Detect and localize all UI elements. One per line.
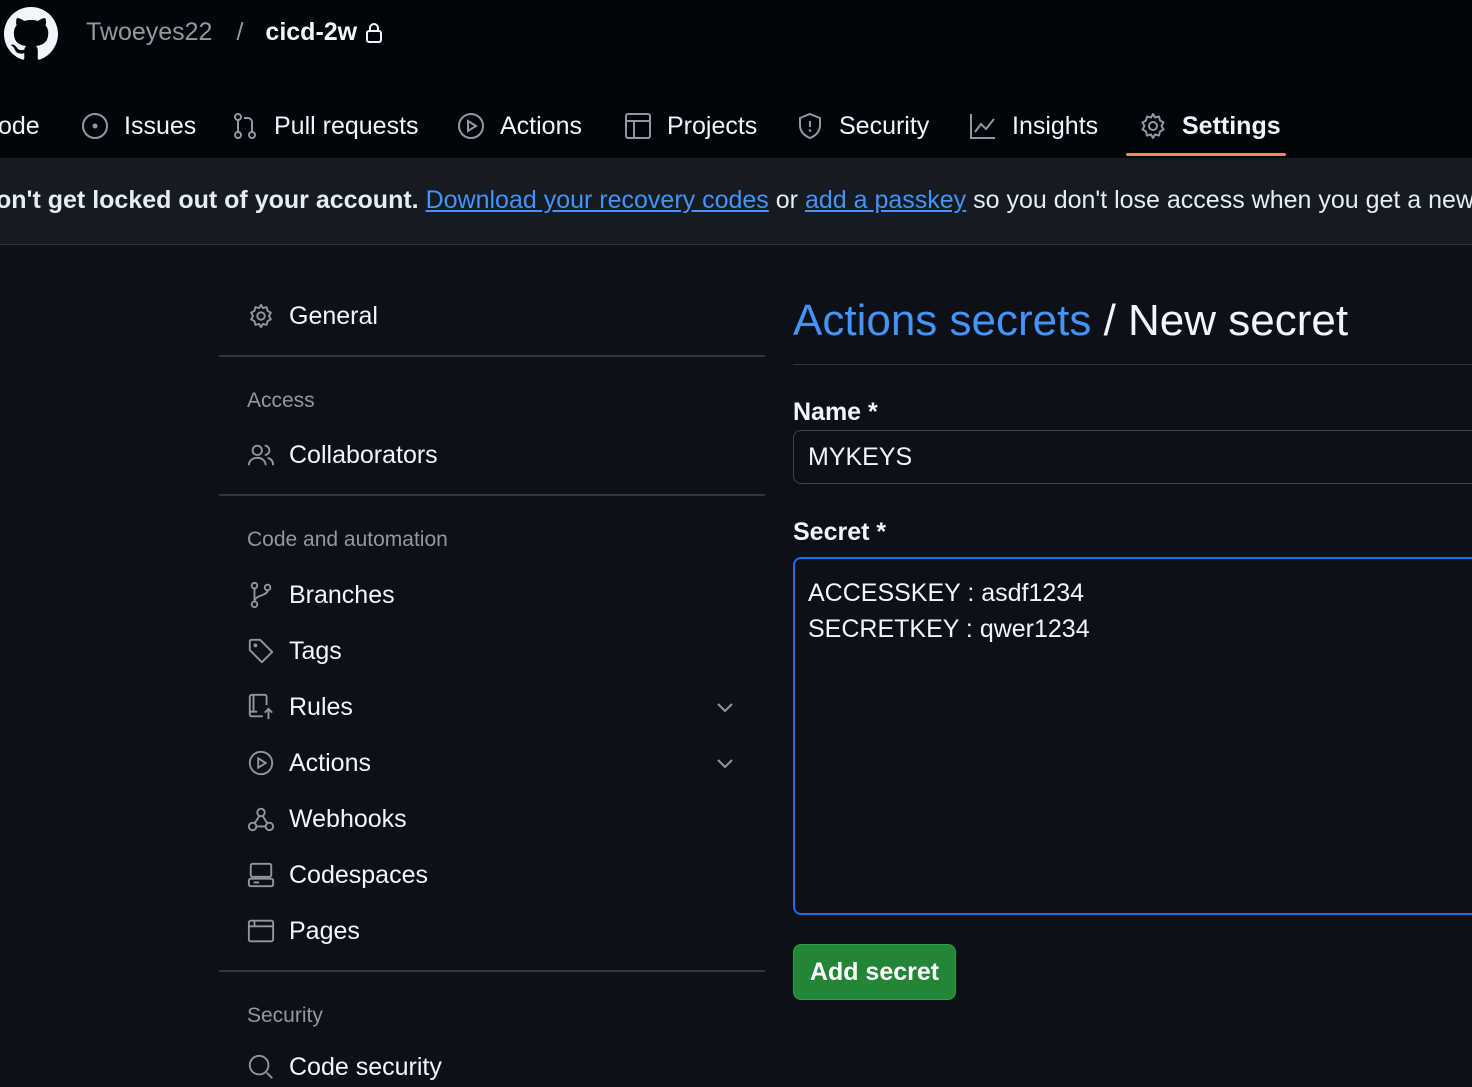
gear-icon: [250, 303, 272, 329]
tab-label: Projects: [667, 111, 758, 140]
tab-label: Insights: [1012, 111, 1099, 140]
tab-label: Security: [839, 111, 930, 140]
sidebar-group-access: Access: [247, 389, 315, 412]
tab-label: Actions: [500, 111, 582, 140]
tab-issues[interactable]: Issues: [80, 96, 196, 156]
tab-security[interactable]: Security: [795, 96, 929, 156]
sidebar-item-general[interactable]: General: [247, 296, 737, 336]
sidebar-item-label: Branches: [289, 580, 395, 609]
page-title: Actions secrets / New secret: [793, 296, 1348, 346]
tab-label: ode: [0, 111, 40, 140]
sidebar-divider: [219, 494, 765, 496]
table-icon: [625, 113, 651, 139]
tab-code[interactable]: ode: [0, 96, 40, 156]
repo-header: Twoeyes22 / cicd-2w ode Issues Pull requ…: [0, 0, 1472, 159]
sidebar-item-label: Tags: [289, 636, 342, 665]
sidebar-item-codespaces[interactable]: Codespaces: [247, 855, 737, 895]
tab-insights[interactable]: Insights: [968, 96, 1098, 156]
tab-label: Settings: [1182, 111, 1281, 140]
tab-pull-requests[interactable]: Pull requests: [230, 96, 419, 156]
codescan-icon: [248, 1054, 273, 1079]
sidebar-item-collaborators[interactable]: Collaborators: [247, 435, 737, 475]
sidebar-item-label: Pages: [289, 916, 360, 945]
banner-bold-text: on't get locked out of your account.: [0, 186, 419, 214]
secret-label: Secret *: [793, 518, 887, 546]
sidebar-item-label: Webhooks: [289, 804, 407, 833]
sidebar-item-label: Codespaces: [289, 860, 428, 889]
sidebar-item-tags[interactable]: Tags: [247, 631, 737, 671]
add-passkey-link[interactable]: add a passkey: [805, 186, 966, 214]
secret-name-input[interactable]: [793, 430, 1472, 484]
breadcrumb-separator: /: [236, 18, 244, 46]
webhook-icon: [247, 807, 275, 832]
play-icon: [248, 750, 274, 776]
sidebar-item-branches[interactable]: Branches: [247, 575, 737, 615]
graph-icon: [970, 114, 995, 139]
sidebar-item-label: Actions: [289, 748, 371, 777]
repo-push-icon: [248, 693, 273, 720]
branch-icon: [250, 581, 272, 609]
repo-link[interactable]: cicd-2w: [265, 18, 357, 47]
sidebar-item-label: Collaborators: [289, 440, 438, 469]
browser-icon: [247, 919, 275, 943]
actions-secrets-link[interactable]: Actions secrets: [793, 296, 1091, 345]
shield-icon: [799, 112, 821, 140]
page-title-rest: / New secret: [1091, 296, 1349, 345]
tab-actions[interactable]: Actions: [456, 96, 582, 156]
sidebar-group-code-automation: Code and automation: [247, 528, 448, 551]
download-recovery-codes-link[interactable]: Download your recovery codes: [426, 186, 769, 214]
repo-nav: ode Issues Pull requests Actions Project…: [0, 96, 1472, 158]
sidebar-item-code-security[interactable]: Code security: [247, 1047, 737, 1087]
sidebar-divider: [219, 355, 765, 357]
sidebar-item-actions[interactable]: Actions: [247, 743, 737, 783]
chevron-down-icon[interactable]: [713, 751, 737, 775]
banner-middle-text: or: [768, 186, 805, 214]
title-divider: [793, 364, 1472, 365]
sidebar-item-rules[interactable]: Rules: [247, 687, 737, 727]
chevron-down-icon[interactable]: [713, 695, 737, 719]
people-icon: [247, 444, 275, 466]
name-label: Name *: [793, 398, 878, 426]
sidebar-item-webhooks[interactable]: Webhooks: [247, 799, 737, 839]
sidebar-item-label: Code security: [289, 1052, 442, 1081]
codespaces-icon: [247, 862, 275, 888]
lock-icon: [366, 22, 383, 43]
add-secret-button[interactable]: Add secret: [793, 944, 956, 1000]
tab-label: Pull requests: [274, 111, 419, 140]
banner-tail-text: so you don't lose access when you get a …: [973, 186, 1472, 214]
tab-projects[interactable]: Projects: [623, 96, 757, 156]
play-icon: [458, 113, 484, 139]
banner-message: on't get locked out of your account. Dow…: [0, 186, 1472, 215]
sidebar-item-label: General: [289, 301, 378, 330]
active-tab-indicator: [1126, 153, 1286, 156]
tag-icon: [248, 638, 274, 664]
sidebar-item-label: Rules: [289, 692, 353, 721]
tab-label: Issues: [124, 111, 197, 140]
issue-icon: [82, 113, 108, 139]
breadcrumb: Twoeyes22 / cicd-2w: [86, 18, 383, 47]
sidebar-group-security: Security: [247, 1004, 323, 1027]
tab-settings[interactable]: Settings: [1138, 96, 1281, 156]
owner-link[interactable]: Twoeyes22: [86, 18, 212, 47]
github-logo-icon[interactable]: [4, 7, 58, 61]
sidebar-divider: [219, 970, 765, 972]
gear-icon: [1141, 113, 1165, 139]
sidebar-item-pages[interactable]: Pages: [247, 911, 737, 951]
secret-value-textarea[interactable]: ACCESSKEY : asdf1234 SECRETKEY : qwer123…: [793, 557, 1472, 915]
recovery-banner: on't get locked out of your account. Dow…: [0, 158, 1472, 245]
pull-request-icon: [234, 113, 256, 139]
